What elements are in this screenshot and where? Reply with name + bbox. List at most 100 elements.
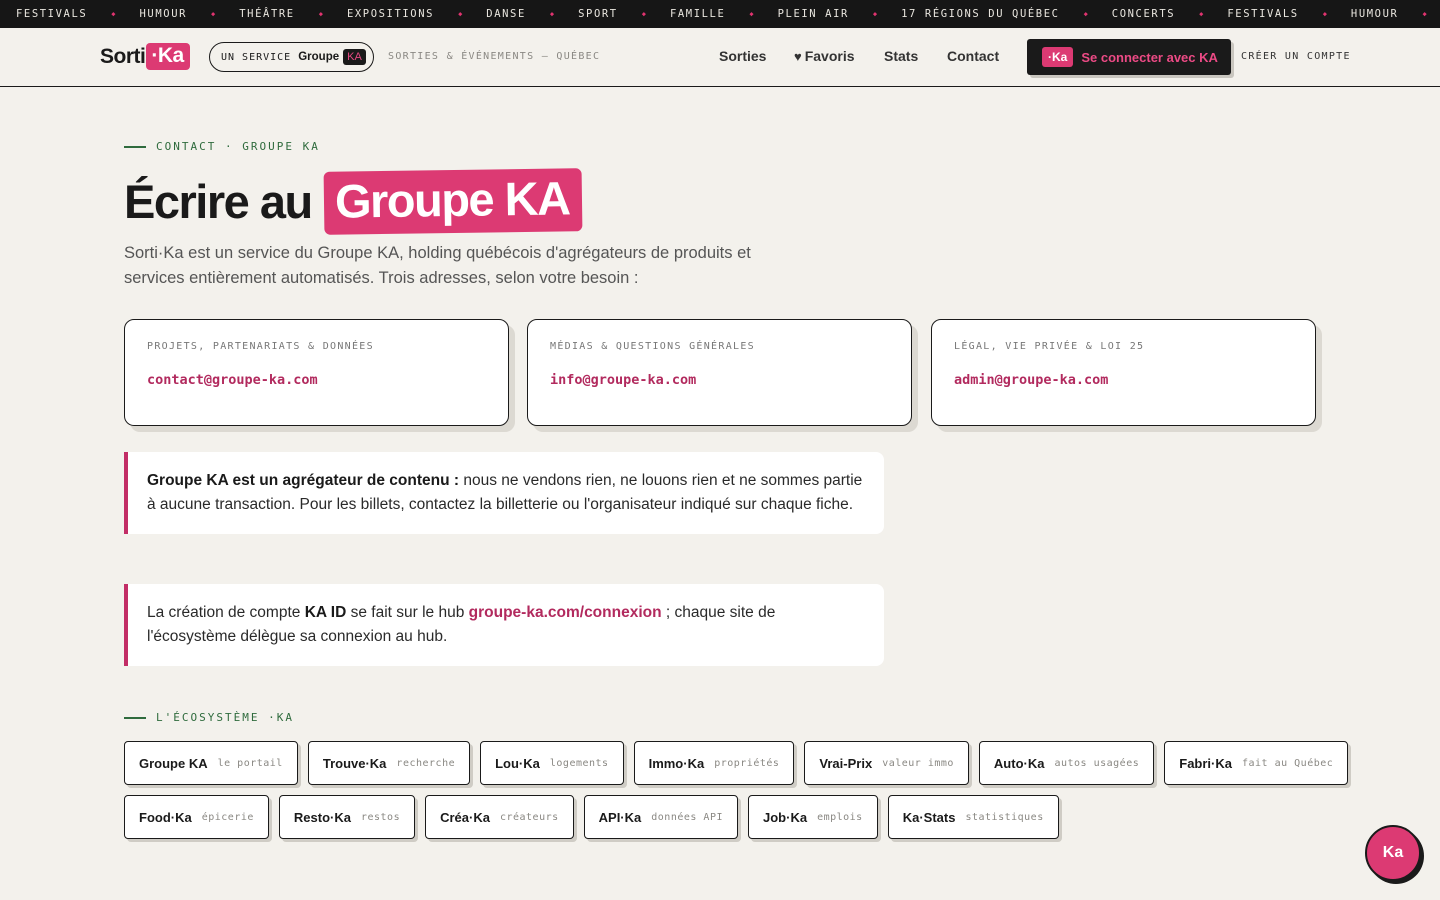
ka-chat-button[interactable]: Ka bbox=[1365, 825, 1421, 881]
ecosystem-chip[interactable]: Resto·Ka restos bbox=[278, 795, 416, 839]
chip-description: autos usagées bbox=[1054, 757, 1140, 769]
aggregator-notice: Groupe KA est un agrégateur de contenu :… bbox=[124, 452, 884, 534]
ticker-item[interactable]: PLEIN AIR bbox=[778, 8, 849, 20]
site-header: Sorti ·Ka UN SERVICE Groupe KA SORTIES &… bbox=[0, 28, 1440, 87]
ka-login-badge: ·Ka bbox=[1042, 47, 1074, 67]
ecosystem-chip[interactable]: Immo·Ka propriétés bbox=[633, 741, 795, 785]
chip-name: Ka·Stats bbox=[902, 809, 956, 825]
chip-description: propriétés bbox=[714, 757, 780, 769]
diamond-icon: ◆ bbox=[549, 10, 555, 18]
chip-description: valeur immo bbox=[882, 757, 954, 769]
chip-description: créateurs bbox=[499, 811, 559, 823]
chip-name: Créa·Ka bbox=[440, 809, 490, 825]
chip-name: Job·Ka bbox=[763, 809, 808, 825]
title-plain: Écrire au bbox=[124, 175, 313, 228]
category-ticker: FESTIVALS ◆ HUMOUR ◆ THÉÂTRE ◆ EXPOSITIONS ◆ DAN… bbox=[0, 0, 1440, 28]
logo-ka-badge: ·Ka bbox=[146, 43, 190, 70]
eyebrow-line bbox=[124, 716, 146, 719]
service-ka-tag: KA bbox=[343, 49, 366, 65]
contact-card-media: MÉDIAS & QUESTIONS GÉNÉRALES info@groupe… bbox=[527, 319, 912, 426]
diamond-icon: ◆ bbox=[1083, 10, 1088, 18]
service-prefix: UN SERVICE bbox=[221, 51, 292, 63]
notice-bold: KA ID bbox=[304, 604, 347, 621]
chip-description: restos bbox=[360, 811, 401, 823]
hub-connexion-link[interactable]: groupe-ka.com/connexion bbox=[469, 604, 662, 621]
ecosystem-chip[interactable]: Job·Ka emplois bbox=[748, 795, 878, 839]
nav-favoris[interactable]: ♥ Favoris bbox=[794, 48, 855, 64]
email-link[interactable]: contact@groupe-ka.com bbox=[147, 372, 486, 388]
ticker-item[interactable]: FAMILLE bbox=[670, 8, 725, 20]
ecosystem-chip[interactable]: Groupe KA le portail bbox=[124, 741, 298, 785]
email-link[interactable]: admin@groupe-ka.com bbox=[954, 372, 1293, 388]
notice-pre: La création de compte bbox=[147, 604, 305, 621]
ecosystem-eyebrow: L'ÉCOSYSTÈME ·KA bbox=[124, 711, 294, 724]
diamond-icon: ◆ bbox=[749, 10, 754, 18]
chip-name: Trouve·Ka bbox=[322, 755, 387, 771]
contact-card-projects: PROJETS, PARTENARIATS & DONNÉES contact@… bbox=[124, 319, 509, 426]
ecosystem-chip[interactable]: Ka·Stats statistiques bbox=[887, 795, 1059, 839]
chip-name: Fabri·Ka bbox=[1179, 755, 1232, 771]
ticker-item[interactable]: SPORT bbox=[578, 8, 618, 20]
ticker-item[interactable]: CONCERTS bbox=[1112, 8, 1175, 20]
ticker-item[interactable]: THÉÂTRE bbox=[239, 8, 294, 20]
eyebrow-line bbox=[124, 145, 146, 148]
ecosystem-eyebrow-text: L'ÉCOSYSTÈME ·KA bbox=[156, 711, 294, 724]
site-logo[interactable]: Sorti ·Ka bbox=[100, 43, 190, 70]
ticker-item[interactable]: EXPOSITIONS bbox=[347, 8, 434, 20]
ticker-item[interactable]: FESTIVALS bbox=[16, 8, 87, 20]
chip-description: emplois bbox=[817, 811, 863, 823]
title-highlight: Groupe KA bbox=[323, 168, 582, 235]
chip-description: le portail bbox=[217, 757, 283, 769]
chip-description: logements bbox=[549, 757, 609, 769]
email-link[interactable]: info@groupe-ka.com bbox=[550, 372, 889, 388]
chip-name: Vrai-Prix bbox=[819, 755, 873, 771]
ecosystem-chip[interactable]: Trouve·Ka recherche bbox=[307, 741, 471, 785]
contact-card-legal: LÉGAL, VIE PRIVÉE & LOI 25 admin@groupe-… bbox=[931, 319, 1316, 426]
contact-eyebrow-text: CONTACT · GROUPE KA bbox=[156, 140, 320, 153]
chip-name: Resto·Ka bbox=[293, 809, 351, 825]
ecosystem-chip[interactable]: Créa·Ka créateurs bbox=[425, 795, 574, 839]
ticker-item[interactable]: HUMOUR bbox=[1351, 8, 1399, 20]
site-tagline: SORTIES & ÉVÉNEMENTS — QUÉBEC bbox=[388, 51, 601, 62]
ticker-item[interactable]: FESTIVALS bbox=[1227, 8, 1298, 20]
chip-name: Auto·Ka bbox=[993, 755, 1045, 771]
diamond-icon: ◆ bbox=[1199, 10, 1204, 18]
chip-name: Groupe KA bbox=[139, 755, 208, 771]
diamond-icon: ◆ bbox=[641, 10, 646, 18]
diamond-icon: ◆ bbox=[111, 10, 116, 18]
nav-contact[interactable]: Contact bbox=[947, 48, 999, 64]
logo-text: Sorti bbox=[100, 44, 146, 68]
chip-description: fait au Québec bbox=[1241, 757, 1334, 769]
ticker-item[interactable]: DANSE bbox=[486, 8, 526, 20]
nav-sorties[interactable]: Sorties bbox=[719, 48, 766, 64]
ecosystem-chip[interactable]: Lou·Ka logements bbox=[480, 741, 624, 785]
ecosystem-chip[interactable]: Vrai-Prix valeur immo bbox=[804, 741, 969, 785]
notice-bold: Groupe KA est un agrégateur de contenu : bbox=[147, 472, 460, 489]
nav-favoris-label: Favoris bbox=[804, 48, 855, 64]
diamond-icon: ◆ bbox=[872, 10, 878, 18]
ecosystem-chip[interactable]: Food·Ka épicerie bbox=[124, 795, 269, 839]
account-notice: La création de compte KA ID se fait sur … bbox=[124, 584, 884, 666]
contact-eyebrow: CONTACT · GROUPE KA bbox=[124, 140, 320, 153]
ecosystem-chip[interactable]: Fabri·Ka fait au Québec bbox=[1164, 741, 1349, 785]
ecosystem-chip[interactable]: API·Ka données API bbox=[583, 795, 738, 839]
create-account-link[interactable]: CRÉER UN COMPTE bbox=[1241, 51, 1351, 62]
login-label: Se connecter avec KA bbox=[1081, 49, 1218, 65]
group-service-pill[interactable]: UN SERVICE Groupe KA bbox=[209, 42, 374, 72]
diamond-icon: ◆ bbox=[1322, 10, 1327, 18]
ecosystem-row-2: Food·Ka épicerie Resto·Ka restos Créa·Ka créa… bbox=[124, 795, 1059, 839]
chip-name: Food·Ka bbox=[139, 809, 192, 825]
chip-description: données API bbox=[651, 811, 723, 823]
card-label: LÉGAL, VIE PRIVÉE & LOI 25 bbox=[954, 341, 1145, 352]
notice-mid: se fait sur le hub bbox=[346, 604, 469, 621]
diamond-icon: ◆ bbox=[318, 10, 323, 18]
service-group-name: Groupe bbox=[298, 51, 340, 63]
ticker-item[interactable]: HUMOUR bbox=[140, 8, 188, 20]
ticker-item[interactable]: 17 RÉGIONS DU QUÉBEC bbox=[901, 8, 1059, 20]
login-with-ka-button[interactable]: ·Ka Se connecter avec KA bbox=[1027, 39, 1231, 75]
ecosystem-chip[interactable]: Auto·Ka autos usagées bbox=[978, 741, 1155, 785]
diamond-icon: ◆ bbox=[211, 10, 216, 18]
nav-stats[interactable]: Stats bbox=[884, 48, 918, 64]
diamond-icon: ◆ bbox=[1422, 10, 1427, 18]
intro-paragraph: Sorti·Ka est un service du Groupe KA, ho… bbox=[124, 244, 751, 287]
